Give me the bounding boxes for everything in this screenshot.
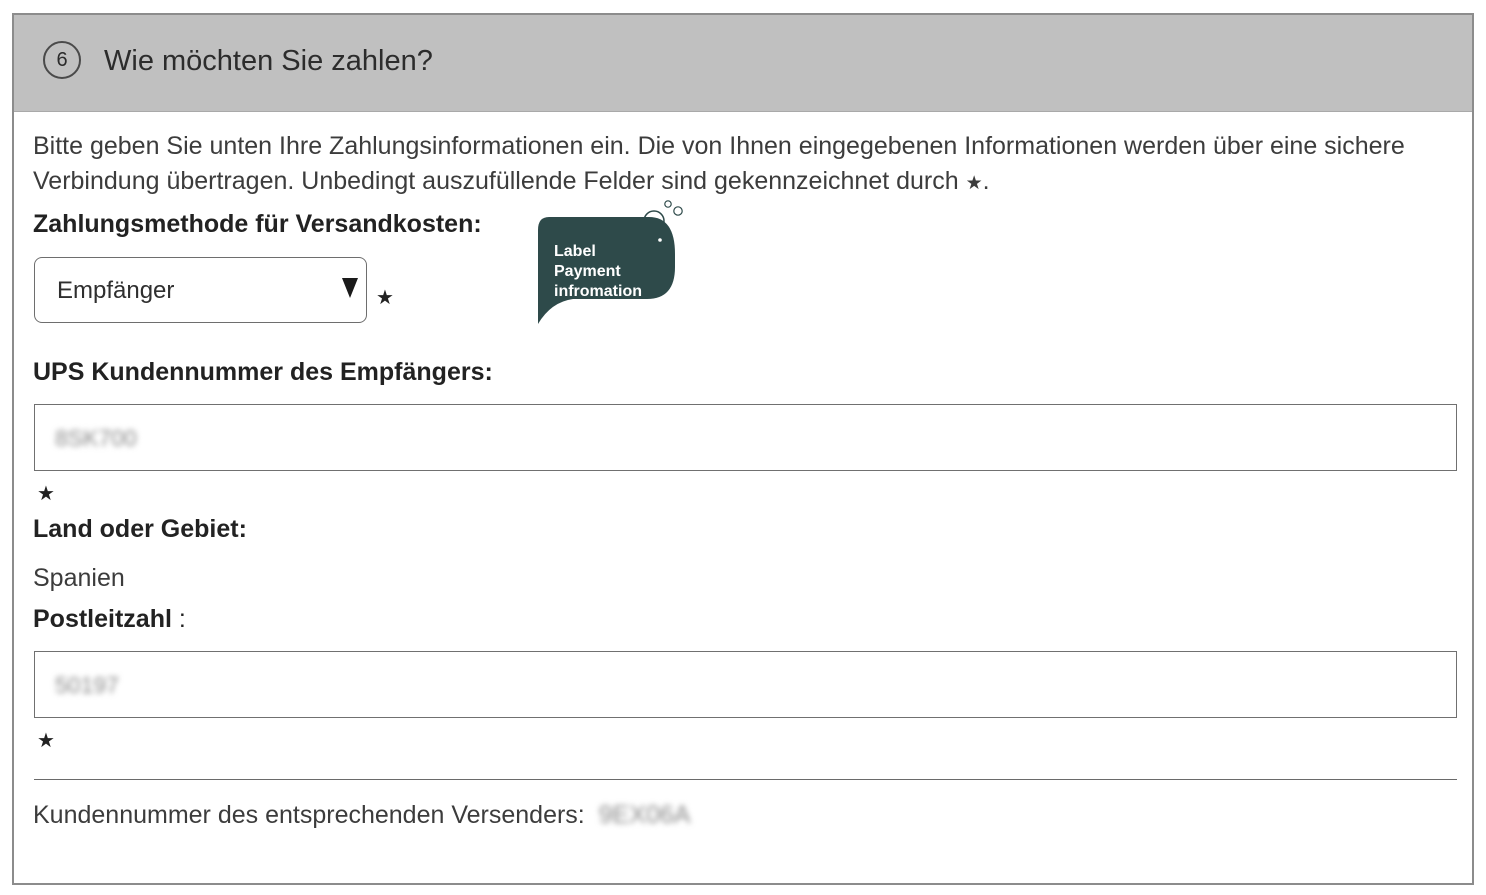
postal-code-label-text: Postleitzahl: [33, 605, 172, 633]
required-star-icon: ★: [37, 483, 55, 505]
intro-text-end: .: [982, 167, 990, 195]
payment-panel: 6 Wie möchten Sie zahlen? Bitte geben Si…: [12, 13, 1474, 885]
ups-account-input[interactable]: 8SK700: [34, 404, 1457, 471]
postal-code-value: 50197: [55, 672, 119, 698]
postal-code-label-colon: :: [171, 605, 186, 633]
country-value: Spanien: [33, 564, 125, 592]
section-divider: [34, 779, 1457, 780]
postal-code-label: Postleitzahl :: [33, 605, 186, 634]
payment-method-selected-value: Empfänger: [57, 277, 175, 304]
dropdown-arrow-icon[interactable]: [342, 278, 358, 298]
required-star-icon: ★: [376, 287, 394, 309]
shipper-account-label: Kundennummer des entsprechenden Versende…: [33, 801, 585, 829]
section-title: Wie möchten Sie zahlen?: [104, 45, 433, 77]
ups-account-label: UPS Kundennummer des Empfängers:: [33, 358, 493, 386]
required-star-icon: ★: [965, 173, 983, 194]
shipper-account-line: Kundennummer des entsprechenden Versende…: [33, 801, 691, 830]
shipper-account-value: 9EX06A: [598, 801, 691, 829]
country-label: Land oder Gebiet:: [33, 515, 247, 543]
payment-method-label: Zahlungsmethode für Versandkosten:: [33, 210, 482, 238]
intro-text-body: Bitte geben Sie unten Ihre Zahlungsinfor…: [33, 132, 1405, 195]
annotation-callout: Label Payment infromation: [537, 200, 687, 342]
postal-code-input[interactable]: 50197: [34, 651, 1457, 718]
payment-method-select[interactable]: Empfänger: [34, 257, 367, 323]
intro-text: Bitte geben Sie unten Ihre Zahlungsinfor…: [33, 129, 1433, 201]
annotation-label: Label Payment infromation: [554, 243, 642, 300]
step-number-badge: 6: [43, 41, 81, 79]
required-star-icon: ★: [37, 730, 55, 752]
section-header: 6 Wie möchten Sie zahlen?: [14, 15, 1472, 112]
ups-account-value: 8SK700: [55, 425, 137, 451]
